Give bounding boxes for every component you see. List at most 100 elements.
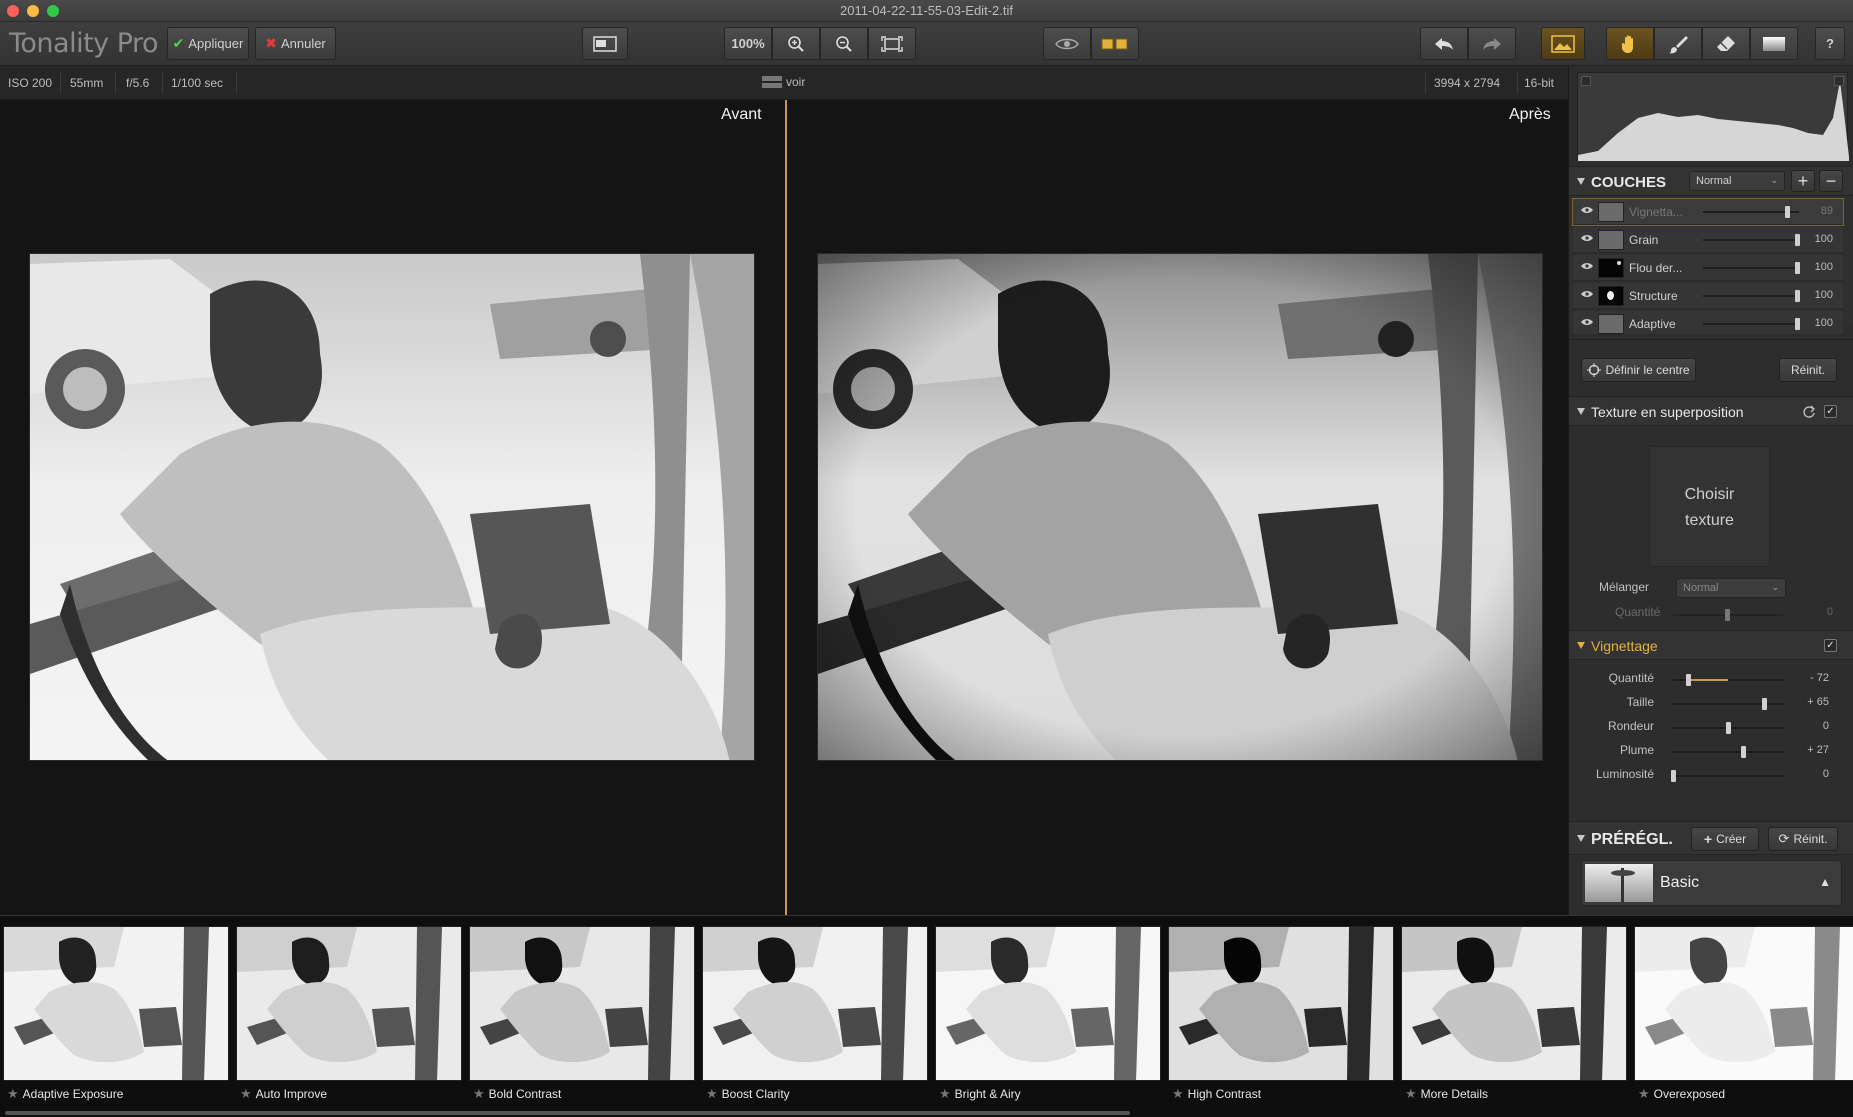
preset-thumbnail[interactable]: ★ Bold Contrast [469,926,695,1112]
slider-knob[interactable] [1795,290,1800,302]
vignette-slider-row[interactable]: Rondeur 0 [1569,715,1853,737]
split-divider-handle[interactable] [785,100,787,915]
define-center-button[interactable]: Définir le centre [1581,358,1696,382]
layer-row[interactable]: Structure 100 [1573,283,1843,309]
zoom-out-button[interactable] [820,27,868,60]
star-icon[interactable]: ★ [1638,1086,1650,1101]
reset-presets-button[interactable]: ⟳ Réinit. [1768,827,1838,851]
star-icon[interactable]: ★ [7,1086,19,1101]
collapse-triangle-icon[interactable] [1577,642,1585,649]
redo-button[interactable] [1468,27,1516,60]
highlight-clipping-toggle[interactable] [1834,76,1844,86]
preset-thumbnail[interactable]: ★ More Details [1401,926,1627,1112]
slider-knob[interactable] [1671,770,1676,782]
image-viewer[interactable]: Avant Après [0,100,1568,915]
layer-opacity-slider[interactable] [1703,262,1800,274]
slider-knob[interactable] [1795,318,1800,330]
texture-blend-select[interactable]: Normal ⌄ [1676,578,1786,598]
presets-header[interactable]: PRÉRÉGL. + Créer ⟳ Réinit. [1569,821,1853,855]
apply-button[interactable]: ✔ Appliquer [167,27,249,60]
vignette-slider-row[interactable]: Quantité - 72 [1569,667,1853,689]
layer-blend-select[interactable]: Normal ⌄ [1689,171,1785,191]
layers-header[interactable]: COUCHES Normal ⌄ + − [1569,166,1853,196]
collapse-triangle-icon[interactable] [1577,178,1585,185]
vignette-slider-row[interactable]: Plume + 27 [1569,739,1853,761]
filmstrip-scrollbar[interactable] [5,1111,1130,1115]
image-tool-button[interactable] [1541,27,1585,60]
add-layer-button[interactable]: + [1791,170,1815,192]
star-icon[interactable]: ★ [1172,1086,1184,1101]
fit-to-screen-button[interactable] [868,27,916,60]
zoom-in-button[interactable] [772,27,820,60]
texture-amount-slider[interactable] [1673,609,1783,621]
layer-opacity-slider[interactable] [1703,290,1800,302]
collapse-triangle-icon[interactable] [1577,408,1585,415]
eye-icon[interactable] [1581,206,1593,214]
eye-icon[interactable] [1581,318,1593,326]
zoom-level-button[interactable]: 100% [724,27,772,60]
divider [60,72,61,94]
reset-center-button[interactable]: Réinit. [1779,358,1837,382]
cancel-button[interactable]: ✖ Annuler [255,27,336,60]
slider-knob[interactable] [1686,674,1692,686]
slider-knob[interactable] [1795,262,1800,274]
preset-thumbnail[interactable]: ★ Overexposed [1634,926,1853,1112]
undo-button[interactable] [1420,27,1468,60]
hand-tool-button[interactable] [1606,27,1654,60]
gradient-tool-button[interactable] [1750,27,1798,60]
eye-icon[interactable] [1581,234,1593,242]
star-icon[interactable]: ★ [939,1086,951,1101]
layer-row[interactable]: Flou der... 100 [1573,255,1843,281]
layer-name: Grain [1629,233,1659,247]
brush-tool-button[interactable] [1654,27,1702,60]
slider-knob[interactable] [1784,206,1790,218]
toggle-panel-button[interactable] [582,27,628,60]
vignette-enable-checkbox[interactable]: ✓ [1824,639,1837,652]
remove-layer-button[interactable]: − [1819,170,1843,192]
vignette-header[interactable]: Vignettage ✓ [1569,630,1853,660]
preset-thumbnail[interactable]: ★ Bright & Airy [935,926,1161,1112]
slider-knob[interactable] [1726,722,1731,734]
layer-row[interactable]: Vignetta... 89 [1572,198,1844,226]
star-icon[interactable]: ★ [473,1086,485,1101]
refresh-icon[interactable] [1802,405,1816,419]
eraser-tool-button[interactable] [1702,27,1750,60]
choose-texture-button[interactable]: Choisir texture [1649,446,1770,567]
preview-toggle-button[interactable] [1043,27,1091,60]
vignette-slider-row[interactable]: Taille + 65 [1569,691,1853,713]
slider-knob[interactable] [1725,609,1730,621]
star-icon[interactable]: ★ [1405,1086,1417,1101]
preset-thumbnail[interactable]: ★ Auto Improve [236,926,462,1112]
preset-category-selector[interactable]: Basic ▲ [1581,860,1842,906]
layer-opacity-slider[interactable] [1703,234,1800,246]
vignette-slider-track[interactable] [1673,698,1783,710]
layer-opacity-slider[interactable] [1703,318,1800,330]
slider-knob[interactable] [1740,746,1746,758]
preset-thumbnail[interactable]: ★ High Contrast [1168,926,1394,1112]
collapse-triangle-icon[interactable] [1577,835,1585,842]
create-preset-button[interactable]: + Créer [1691,827,1759,851]
preset-thumbnail[interactable]: ★ Boost Clarity [702,926,928,1112]
shadow-clipping-toggle[interactable] [1581,76,1591,86]
preset-thumbnail[interactable]: ★ Adaptive Exposure [3,926,229,1112]
slider-knob[interactable] [1795,234,1800,246]
star-icon[interactable]: ★ [240,1086,252,1101]
eye-icon[interactable] [1581,262,1593,270]
vignette-slider-track[interactable] [1673,746,1783,758]
slider-knob[interactable] [1761,698,1767,710]
texture-blend-label: Mélanger [1599,580,1650,594]
view-toggle[interactable]: voir [762,75,805,89]
layer-opacity-slider[interactable] [1703,206,1799,218]
layer-row[interactable]: Grain 100 [1573,227,1843,253]
texture-header[interactable]: Texture en superposition ✓ [1569,396,1853,426]
vignette-slider-track[interactable] [1673,674,1783,686]
star-icon[interactable]: ★ [706,1086,718,1101]
vignette-slider-track[interactable] [1673,722,1783,734]
eye-icon[interactable] [1581,290,1593,298]
vignette-slider-track[interactable] [1671,770,1783,782]
help-button[interactable]: ? [1815,27,1845,60]
texture-enable-checkbox[interactable]: ✓ [1824,405,1837,418]
vignette-slider-row[interactable]: Luminosité 0 [1569,763,1853,785]
layer-row[interactable]: Adaptive 100 [1573,311,1843,335]
split-view-button[interactable] [1091,27,1139,60]
